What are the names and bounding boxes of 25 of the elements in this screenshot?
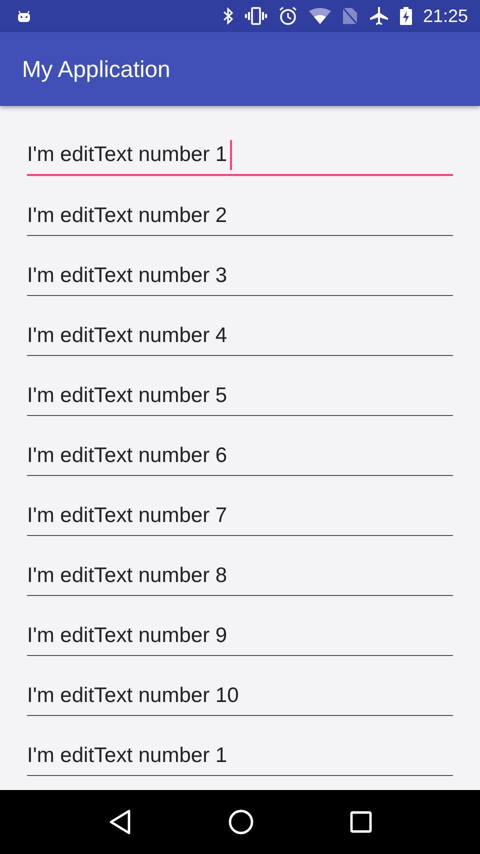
edit-text-field[interactable]: I'm editText number 1 xyxy=(27,736,453,776)
battery-charging-icon xyxy=(400,7,412,25)
vibrate-icon xyxy=(244,7,267,25)
wifi-icon xyxy=(308,8,331,24)
app-title: My Application xyxy=(22,56,170,82)
edit-text-field[interactable]: I'm editText number 10 xyxy=(27,676,453,716)
text-cursor xyxy=(230,140,232,170)
edit-text-field[interactable]: I'm editText number 1 xyxy=(27,136,453,176)
home-icon[interactable] xyxy=(228,809,254,835)
android-icon xyxy=(16,9,32,23)
alarm-icon xyxy=(278,6,298,26)
edit-text-field[interactable]: I'm editText number 2 xyxy=(27,196,453,236)
edit-text-field[interactable]: I'm editText number 9 xyxy=(27,616,453,656)
edit-text-field[interactable]: I'm editText number 5 xyxy=(27,376,453,416)
edit-text-field[interactable]: I'm editText number 8 xyxy=(27,556,453,596)
back-icon[interactable] xyxy=(108,809,132,835)
clock-time: 21:25 xyxy=(422,6,468,26)
edit-text-field[interactable]: I'm editText number 7 xyxy=(27,496,453,536)
recents-icon[interactable] xyxy=(350,811,372,833)
bluetooth-icon xyxy=(222,7,234,25)
sim-icon xyxy=(342,7,358,25)
edit-text-field[interactable]: I'm editText number 3 xyxy=(27,256,453,296)
edit-text-field[interactable]: I'm editText number 6 xyxy=(27,436,453,476)
edit-text-field[interactable]: I'm editText number 4 xyxy=(27,316,453,356)
airplane-icon xyxy=(368,6,389,26)
